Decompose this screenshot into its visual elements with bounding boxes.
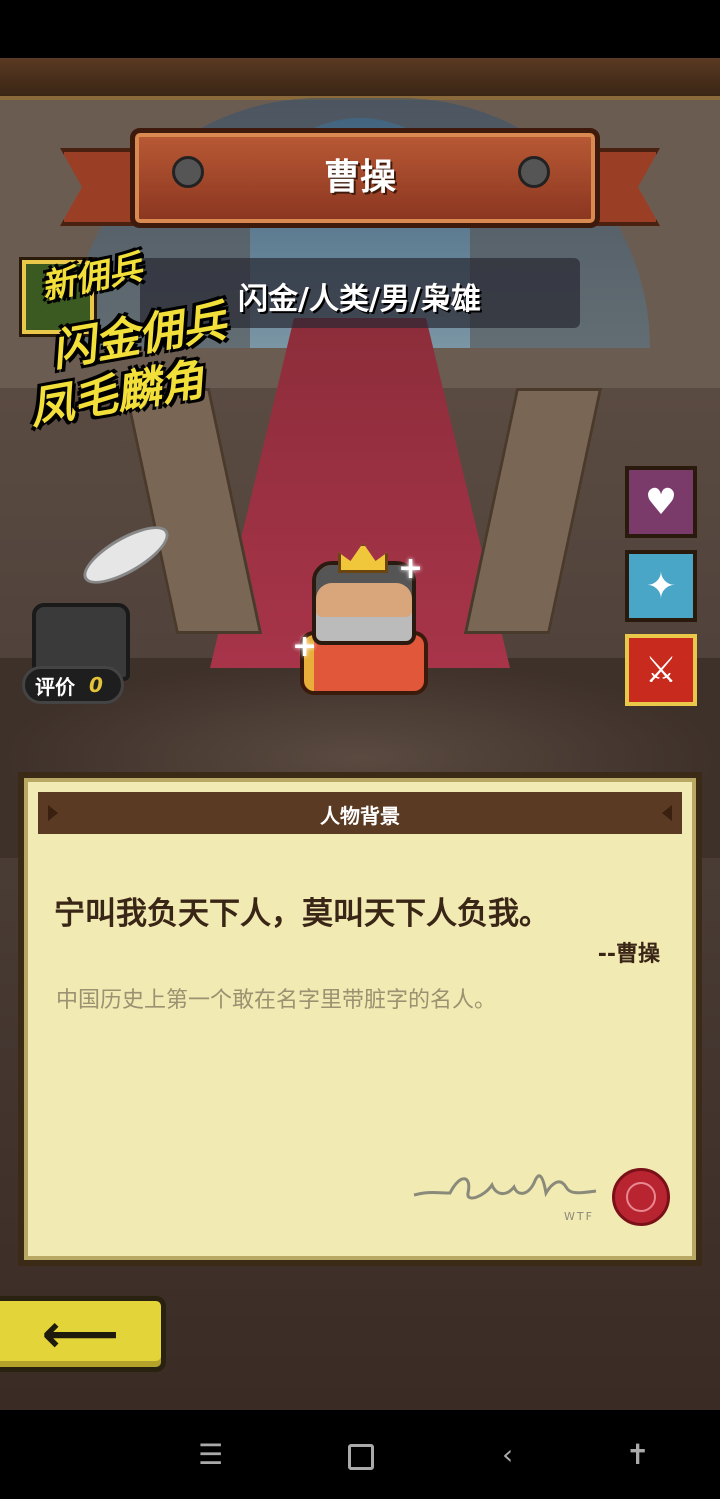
header-right-arrow-icon [662,805,672,821]
back-nav-icon[interactable]: ‹ [502,1438,513,1471]
hero-class-line: 闪金/人类/男/枭雄 [238,282,481,317]
badge-new-label: 新佣兵 [37,247,146,309]
quote-author: --曹操 [597,942,660,967]
back-button[interactable]: ⟵ [0,1296,166,1372]
home-icon[interactable] [348,1444,374,1470]
status-bar [0,0,720,58]
sparkle-icon: + [398,551,424,586]
scene-top-frame [0,58,720,100]
menu-icon[interactable]: ☰ [198,1438,223,1471]
panel-title: 人物背景 [320,804,400,828]
badge-rarity-subtitle: 凤毛麟角 [25,354,208,435]
system-nav-bar: ☰ ‹ ✝ [0,1410,720,1499]
skill-broken-heart[interactable]: ♥ [625,466,697,538]
rating-button[interactable]: 评价 0 [22,666,124,704]
broken-heart-icon: ♥ [644,481,678,523]
panel-header: 人物背景 [38,792,682,834]
rating-value: 0 [89,673,103,697]
hero-sprite: + + [290,543,430,703]
skill-sword[interactable]: ⚔ [625,634,697,706]
hero-description: 中国历史上第一个敢在名字里带脏字的名人。 [56,988,497,1013]
magic-circle-icon: ✦ [645,565,677,607]
sword-icon: ⚔ [644,649,678,691]
accessibility-icon[interactable]: ✝ [626,1438,649,1471]
wax-seal-icon [612,1168,670,1226]
skill-magic-circle[interactable]: ✦ [625,550,697,622]
hero-detail-scene: 曹操 闪金/人类/男/枭雄 新佣兵 闪金佣兵 凤毛麟角 评价 0 + + ♥ ✦… [0,58,720,1410]
arrow-left-icon: ⟵ [41,1302,120,1365]
hero-quote: 宁叫我负天下人，莫叫天下人负我。 [54,896,550,932]
background-rail-right [463,388,603,634]
crown-icon [338,543,388,573]
hero-name: 曹操 [323,157,396,198]
character-background-panel: 人物背景 宁叫我负天下人，莫叫天下人负我。 --曹操 中国历史上第一个敢在名字里… [18,772,702,1266]
sparkle-icon: + [292,629,318,664]
hero-name-banner: 曹操 [60,118,660,238]
quill-icon [75,515,177,595]
new-hero-badge: 新佣兵 闪金佣兵 凤毛麟角 [20,248,260,435]
signature-mark: WTF [564,1210,594,1223]
signature-icon [413,1174,597,1200]
rating-label: 评价 [35,674,75,699]
